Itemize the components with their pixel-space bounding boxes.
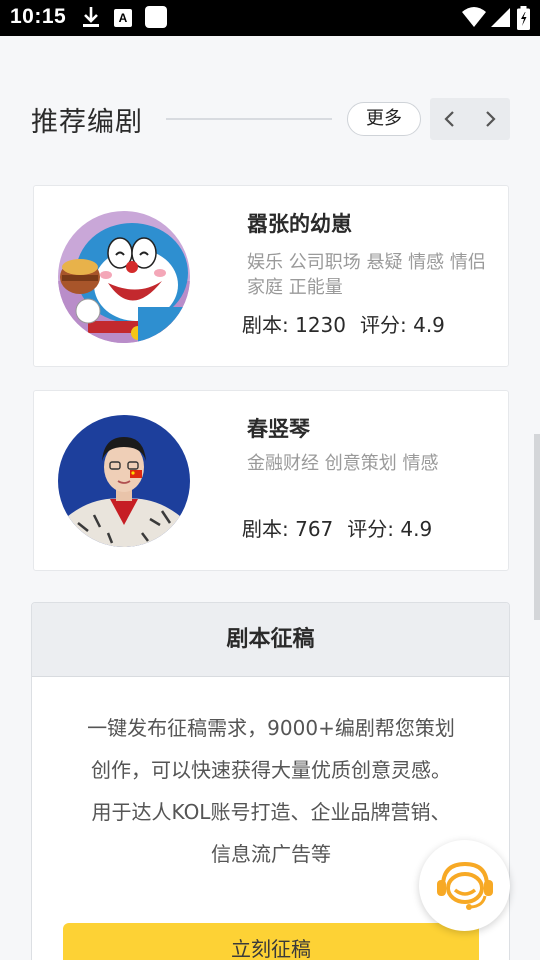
scrollbar[interactable]	[534, 434, 540, 620]
description-line: 一键发布征稿需求，9000+编剧帮您策划	[87, 716, 455, 740]
avatar[interactable]	[58, 211, 190, 343]
customer-service-button[interactable]	[419, 840, 510, 931]
section-title: 推荐编剧	[31, 107, 143, 138]
a-icon: A	[114, 9, 132, 27]
writer-stats: 剧本: 1230 评分: 4.9	[242, 309, 445, 338]
status-time: 10:15	[10, 5, 67, 28]
rating: 评分: 4.9	[347, 517, 433, 541]
carousel-nav	[430, 98, 510, 140]
panel-title: 剧本征稿	[32, 603, 509, 677]
writer-name[interactable]: 嚣张的幼崽	[247, 208, 352, 238]
title-divider	[166, 118, 332, 120]
writer-tags: 娱乐 公司职场 悬疑 情感 情侣 家庭 正能量	[247, 252, 486, 298]
square-icon	[145, 6, 167, 28]
signal-icon	[491, 8, 510, 27]
chevron-right-icon	[486, 111, 496, 127]
person-photo-avatar-image	[58, 415, 190, 547]
avatar[interactable]	[58, 415, 190, 547]
script-count: 剧本: 1230	[242, 313, 346, 337]
status-bar: 10:15 A	[0, 0, 540, 36]
writer-card[interactable]: 春竖琴 金融财经 创意策划 情感 剧本: 767 评分: 4.9	[33, 390, 509, 571]
writer-stats: 剧本: 767 评分: 4.9	[242, 513, 432, 542]
prev-button[interactable]	[430, 98, 470, 140]
battery-icon	[517, 6, 530, 30]
wifi-icon	[462, 7, 486, 27]
submit-now-button[interactable]: 立刻征稿	[63, 923, 479, 960]
next-button[interactable]	[470, 98, 510, 140]
writer-name[interactable]: 春竖琴	[247, 413, 310, 443]
description-line: 用于达人KOL账号打造、企业品牌营销、	[91, 800, 451, 824]
chevron-left-icon	[444, 111, 454, 127]
writer-card[interactable]: 嚣张的幼崽 娱乐 公司职场 悬疑 情感 情侣 家庭 正能量 剧本: 1230 评分…	[33, 185, 509, 367]
headset-icon	[436, 861, 493, 910]
cartoon-cat-avatar-image	[58, 211, 190, 343]
rating: 评分: 4.9	[360, 313, 445, 337]
panel-description: 一键发布征稿需求，9000+编剧帮您策划 创作，可以快速获得大量优质创意灵感。 …	[56, 707, 486, 875]
more-button[interactable]: 更多	[347, 102, 421, 136]
download-icon	[83, 7, 99, 27]
writer-tags: 金融财经 创意策划 情感	[247, 453, 439, 474]
script-count: 剧本: 767	[242, 517, 334, 541]
description-line: 创作，可以快速获得大量优质创意灵感。	[91, 758, 451, 782]
